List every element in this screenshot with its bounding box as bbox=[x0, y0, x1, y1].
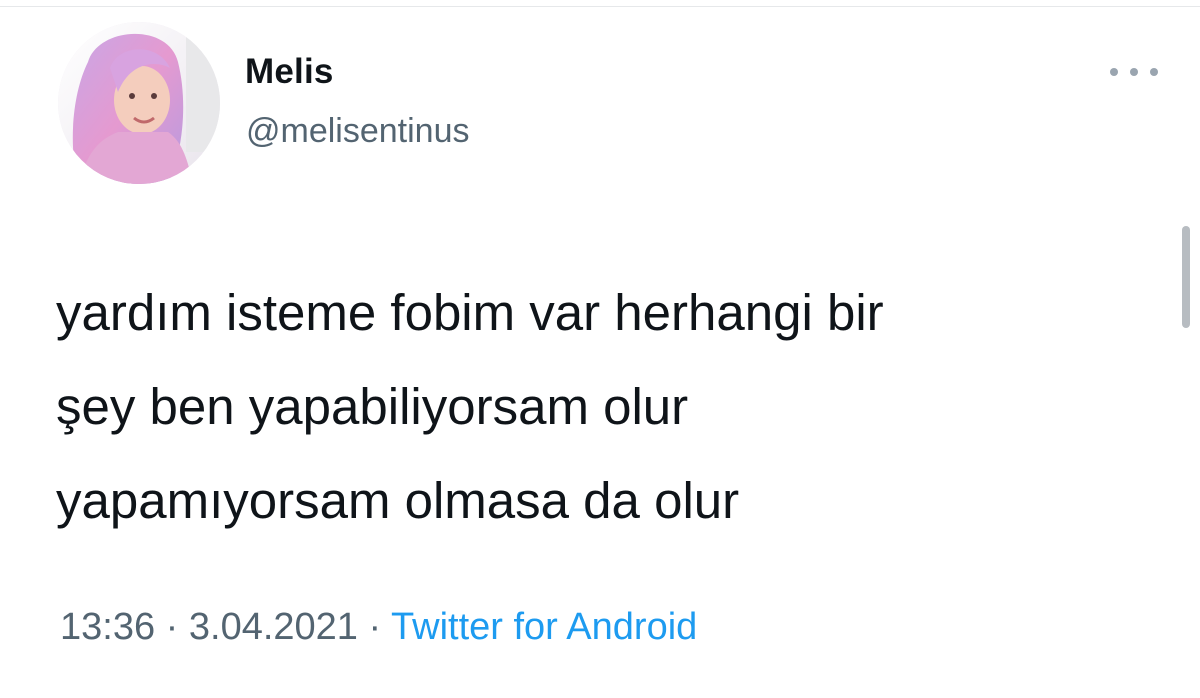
tweet-date[interactable]: 3.04.2021 bbox=[189, 606, 358, 648]
tweet-time[interactable]: 13:36 bbox=[60, 606, 155, 648]
more-horizontal-icon[interactable] bbox=[1110, 62, 1158, 82]
tweet-text: yardım isteme fobim var herhangi bir şey… bbox=[56, 266, 1136, 548]
user-handle[interactable]: @melisentinus bbox=[246, 112, 470, 151]
display-name[interactable]: Melis bbox=[245, 52, 334, 92]
tweet-source-link[interactable]: Twitter for Android bbox=[391, 606, 697, 648]
dot bbox=[1110, 68, 1118, 76]
tweet-text-line: yardım isteme fobim var herhangi bir bbox=[56, 284, 884, 341]
tweet-meta: 13:36 · 3.04.2021 · Twitter for Android bbox=[60, 606, 697, 649]
dot bbox=[1130, 68, 1138, 76]
profile-photo bbox=[58, 22, 220, 184]
tweet-text-line: yapamıyorsam olmasa da olur bbox=[56, 472, 740, 529]
meta-separator: · bbox=[165, 606, 179, 648]
top-divider bbox=[0, 6, 1200, 7]
dot bbox=[1150, 68, 1158, 76]
avatar[interactable] bbox=[58, 22, 220, 184]
scrollbar[interactable] bbox=[1182, 226, 1190, 328]
meta-separator: · bbox=[368, 606, 382, 648]
tweet-text-line: şey ben yapabiliyorsam olur bbox=[56, 378, 689, 435]
